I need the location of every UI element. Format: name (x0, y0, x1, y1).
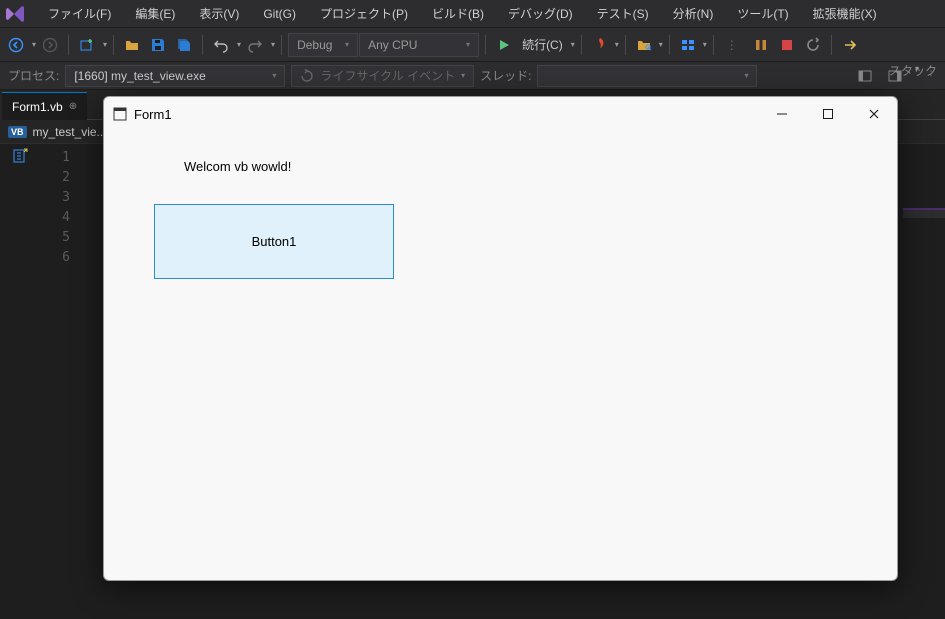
redo-button[interactable] (243, 33, 267, 57)
hot-reload-button[interactable] (588, 33, 612, 57)
glyph-margin (0, 144, 40, 619)
lifecycle-value: ライフサイクル イベント (320, 67, 455, 84)
chevron-down-icon[interactable]: ▾ (30, 40, 36, 49)
stop-button[interactable] (775, 33, 799, 57)
pin-icon[interactable]: ⊕ (69, 101, 77, 112)
thread-combo[interactable]: ▾ (537, 65, 757, 87)
restart-button[interactable] (801, 33, 825, 57)
thread-label: スレッド: (480, 67, 531, 84)
separator (281, 35, 282, 55)
line-number: 5 (40, 228, 70, 248)
line-number: 3 (40, 188, 70, 208)
menu-edit[interactable]: 編集(E) (123, 1, 187, 26)
cycle-icon (300, 69, 314, 83)
chevron-down-icon: ▾ (272, 71, 276, 80)
more-icon[interactable]: ⋮ (720, 33, 744, 57)
vs-logo-icon (4, 3, 26, 25)
save-all-button[interactable] (172, 33, 196, 57)
menu-analyze[interactable]: 分析(N) (661, 1, 726, 26)
label1: Welcom vb wowld! (154, 159, 847, 174)
form-titlebar[interactable]: Form1 (104, 97, 897, 131)
form-icon (112, 106, 128, 122)
configuration-value: Debug (297, 38, 332, 52)
continue-button[interactable] (492, 33, 516, 57)
separator (581, 35, 582, 55)
menu-extensions[interactable]: 拡張機能(X) (801, 1, 889, 26)
save-button[interactable] (146, 33, 170, 57)
platform-value: Any CPU (368, 38, 417, 52)
chevron-down-icon[interactable]: ▾ (657, 40, 663, 49)
nav-project-label: my_test_vie... (33, 125, 107, 139)
menu-debug[interactable]: デバッグ(D) (496, 1, 585, 26)
chevron-down-icon[interactable]: ▾ (269, 40, 275, 49)
process-label: プロセス: (8, 67, 59, 84)
chevron-down-icon[interactable]: ▾ (613, 40, 619, 49)
chevron-down-icon[interactable]: ▾ (235, 40, 241, 49)
tab-label: Form1.vb (12, 100, 63, 114)
chevron-down-icon[interactable]: ▾ (101, 40, 107, 49)
menu-view[interactable]: 表示(V) (187, 1, 251, 26)
maximize-button[interactable] (805, 98, 851, 130)
pause-button[interactable] (749, 33, 773, 57)
running-form-window[interactable]: Form1 Welcom vb wowld! Button1 (103, 96, 898, 581)
line-number: 2 (40, 168, 70, 188)
separator (625, 35, 626, 55)
menu-build[interactable]: ビルド(B) (420, 1, 496, 26)
browse-folder-button[interactable] (632, 33, 656, 57)
form-client-area: Welcom vb wowld! Button1 (104, 131, 897, 307)
vb-badge-icon: VB (8, 126, 27, 138)
stack-frame-label: スタック (881, 56, 945, 84)
right-tool-gutter (903, 218, 945, 619)
button1-label: Button1 (252, 234, 297, 249)
line-number: 1 (40, 148, 70, 168)
continue-label: 続行(C) (518, 36, 567, 53)
separator (68, 35, 69, 55)
button1[interactable]: Button1 (154, 204, 394, 279)
nav-back-button[interactable] (4, 33, 28, 57)
line-number: 6 (40, 248, 70, 268)
step-commands-button[interactable] (676, 33, 700, 57)
line-number-gutter: 1 2 3 4 5 6 (40, 144, 80, 619)
process-combo[interactable]: [1660] my_test_view.exe ▾ (65, 65, 285, 87)
collapse-all-icon[interactable] (12, 148, 28, 164)
close-button[interactable] (851, 98, 897, 130)
process-value: [1660] my_test_view.exe (74, 69, 205, 83)
separator (202, 35, 203, 55)
platform-combo[interactable]: Any CPU ▾ (359, 33, 479, 57)
chevron-down-icon: ▾ (461, 71, 465, 80)
separator (831, 35, 832, 55)
separator (485, 35, 486, 55)
chevron-down-icon: ▾ (744, 71, 748, 80)
right-tool-gutter-border (903, 208, 945, 218)
nav-forward-button[interactable] (38, 33, 62, 57)
chevron-down-icon: ▾ (345, 40, 349, 49)
lifecycle-combo[interactable]: ライフサイクル イベント ▾ (291, 65, 474, 87)
new-project-button[interactable] (75, 33, 99, 57)
toggle-panel-icon[interactable] (853, 64, 877, 88)
debug-process-bar: プロセス: [1660] my_test_view.exe ▾ ライフサイクル … (0, 62, 945, 90)
undo-button[interactable] (209, 33, 233, 57)
minimize-button[interactable] (759, 98, 805, 130)
separator (113, 35, 114, 55)
form-title: Form1 (134, 107, 759, 122)
separator (713, 35, 714, 55)
open-file-button[interactable] (120, 33, 144, 57)
toolbar: ▾ ▾ ▾ ▾ Debug ▾ (0, 28, 945, 62)
menu-git[interactable]: Git(G) (251, 3, 308, 25)
tab-form1vb[interactable]: Form1.vb ⊕ (2, 92, 87, 120)
menu-project[interactable]: プロジェクト(P) (308, 1, 420, 26)
main-menu-bar: ファイル(F) 編集(E) 表示(V) Git(G) プロジェクト(P) ビルド… (0, 0, 945, 28)
menu-file[interactable]: ファイル(F) (36, 1, 123, 26)
show-next-statement-button[interactable] (838, 33, 862, 57)
menu-tools[interactable]: ツール(T) (725, 1, 800, 26)
chevron-down-icon[interactable]: ▾ (569, 40, 575, 49)
menu-test[interactable]: テスト(S) (585, 1, 661, 26)
line-number: 4 (40, 208, 70, 228)
separator (669, 35, 670, 55)
chevron-down-icon: ▾ (466, 40, 470, 49)
chevron-down-icon[interactable]: ▾ (701, 40, 707, 49)
configuration-combo[interactable]: Debug ▾ (288, 33, 358, 57)
